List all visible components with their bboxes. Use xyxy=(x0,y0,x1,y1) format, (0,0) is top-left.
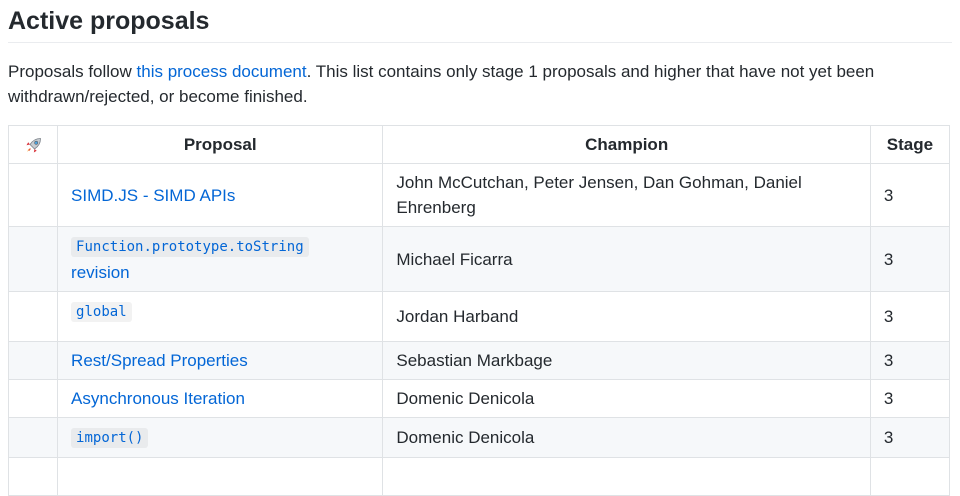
table-row: global Jordan Harband 3 xyxy=(7,291,951,342)
proposal-link[interactable]: Asynchronous Iteration xyxy=(71,389,245,408)
table-row: Rest/Spread Properties Sebastian Markbag… xyxy=(7,341,951,380)
proposal-link[interactable]: SIMD.JS - SIMD APIs xyxy=(71,186,235,205)
proposal-cell: SIMD.JS - SIMD APIs xyxy=(57,163,384,227)
champion-cell: Michael Ficarra xyxy=(382,226,871,292)
proposal-cell: Asynchronous Iteration xyxy=(57,379,384,418)
rocket-icon xyxy=(26,137,41,153)
proposals-table: Proposal Champion Stage SIMD.JS - SIMD A… xyxy=(7,125,951,496)
stage-cell: 3 xyxy=(869,379,951,418)
champion-cell: Sebastian Markbage xyxy=(382,341,871,380)
proposal-code: Function.prototype.toString xyxy=(71,237,309,257)
rocket-header xyxy=(7,125,59,164)
stage-cell: 3 xyxy=(869,291,951,342)
proposal-link[interactable]: Rest/Spread Properties xyxy=(71,351,248,370)
stage-cell: 3 xyxy=(869,341,951,380)
champion-cell: John McCutchan, Peter Jensen, Dan Gohman… xyxy=(382,163,871,227)
champion-cell: Jordan Harband xyxy=(382,291,871,342)
stage-cell: 3 xyxy=(869,226,951,292)
stage-cell: 3 xyxy=(869,163,951,227)
proposal-cell: global xyxy=(57,291,384,342)
row-icon-cell xyxy=(7,379,59,418)
table-row: SIMD.JS - SIMD APIs John McCutchan, Pete… xyxy=(7,163,951,227)
intro-paragraph: Proposals follow this process document. … xyxy=(8,59,952,109)
process-document-link[interactable]: this process document xyxy=(137,62,307,81)
table-row xyxy=(7,457,951,496)
proposal-header[interactable]: Proposal xyxy=(57,125,384,164)
proposal-code: global xyxy=(71,302,132,322)
proposal-link[interactable]: Function.prototype.toString revision xyxy=(71,236,309,282)
proposal-cell: Function.prototype.toString revision xyxy=(57,226,384,292)
page: Active proposals Proposals follow this p… xyxy=(0,0,960,496)
proposal-cell: Rest/Spread Properties xyxy=(57,341,384,380)
proposal-code: import() xyxy=(71,428,149,448)
champion-cell xyxy=(382,457,871,496)
page-title: Active proposals xyxy=(8,0,952,43)
stage-header[interactable]: Stage xyxy=(869,125,951,164)
table-row: import() Domenic Denicola 3 xyxy=(7,417,951,458)
proposal-link[interactable]: global xyxy=(71,301,132,322)
table-row: Asynchronous Iteration Domenic Denicola … xyxy=(7,379,951,418)
proposal-cell xyxy=(57,457,384,496)
table-row: Function.prototype.toString revision Mich… xyxy=(7,226,951,292)
table-header-row: Proposal Champion Stage xyxy=(7,125,951,164)
row-icon-cell xyxy=(7,417,59,458)
stage-cell: 3 xyxy=(869,417,951,458)
row-icon-cell xyxy=(7,341,59,380)
row-icon-cell xyxy=(7,226,59,292)
champion-header[interactable]: Champion xyxy=(382,125,871,164)
row-icon-cell xyxy=(7,457,59,496)
proposal-link[interactable]: import() xyxy=(71,427,149,448)
intro-prefix: Proposals follow xyxy=(8,62,137,81)
champion-cell: Domenic Denicola xyxy=(382,379,871,418)
row-icon-cell xyxy=(7,163,59,227)
stage-cell xyxy=(869,457,951,496)
row-icon-cell xyxy=(7,291,59,342)
proposal-cell: import() xyxy=(57,417,384,458)
proposal-suffix: revision xyxy=(71,263,130,282)
champion-cell: Domenic Denicola xyxy=(382,417,871,458)
